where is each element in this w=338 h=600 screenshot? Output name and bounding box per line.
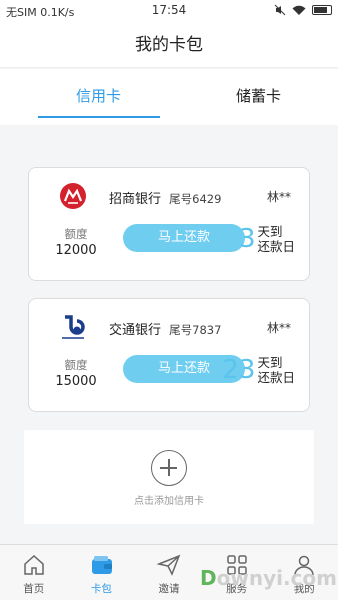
cmb-logo-icon [60,183,86,209]
add-credit-card-button[interactable]: 点击添加信用卡 [24,430,314,524]
days-text: 天到 还款日 [257,355,295,385]
days-text: 天到 还款日 [257,224,295,254]
wifi-icon [292,5,306,15]
credit-card-item[interactable]: 招商银行 尾号6429 林** 额度 12000 马上还款 3 天到 还款日 [28,167,310,281]
bocom-logo-icon [62,315,85,339]
bank-name-row: 招商银行 尾号6429 [109,188,221,207]
nav-invite-label: 邀请 [158,583,180,595]
mute-icon [274,4,286,16]
days-number: 23 [222,355,256,385]
wallet-icon [91,556,112,574]
status-icons [274,4,332,16]
status-bar: 无SIM 0.1K/s 17:54 [0,0,338,22]
card-type-tabs: 信用卡 储蓄卡 [0,69,338,125]
nav-wallet[interactable]: 卡包 [68,545,136,600]
nav-home[interactable]: 首页 [0,545,68,600]
paper-plane-icon [157,554,181,576]
battery-icon [312,5,332,15]
add-card-label: 点击添加信用卡 [134,496,204,507]
watermark: Downyi.com [200,566,337,590]
days-to-due: 3 天到 还款日 [239,224,295,254]
nav-wallet-label: 卡包 [90,583,112,595]
days-text-line2: 还款日 [257,370,295,385]
credit-card-item[interactable]: 交通银行 尾号7837 林** 额度 15000 马上还款 23 天到 还款日 [28,298,310,412]
days-to-due: 23 天到 还款日 [222,355,295,385]
pay-now-button[interactable]: 马上还款 [123,224,245,252]
limit-value: 12000 [55,243,97,258]
card-holder: 林** [266,321,291,335]
bank-name: 招商银行 [109,192,162,207]
page-title: 我的卡包 [0,22,338,68]
card-number: 尾号6429 [169,192,222,206]
days-number: 3 [238,224,256,254]
home-icon [24,554,44,575]
bank-name-row: 交通银行 尾号7837 [109,319,221,338]
card-number: 尾号7837 [169,323,222,337]
limit-label: 额度 [64,227,88,241]
tab-active-indicator [38,116,160,118]
days-text-line1: 天到 [257,224,283,239]
plus-circle-icon [151,450,187,486]
days-text-line2: 还款日 [257,239,295,254]
card-holder: 林** [266,190,291,204]
limit-label: 额度 [64,358,88,372]
limit-value: 15000 [55,374,97,389]
bank-name: 交通银行 [109,323,162,338]
nav-home-label: 首页 [23,583,45,595]
nav-invite[interactable]: 邀请 [135,545,203,600]
days-text-line1: 天到 [257,355,283,370]
tab-debit-card[interactable]: 储蓄卡 [174,69,338,125]
